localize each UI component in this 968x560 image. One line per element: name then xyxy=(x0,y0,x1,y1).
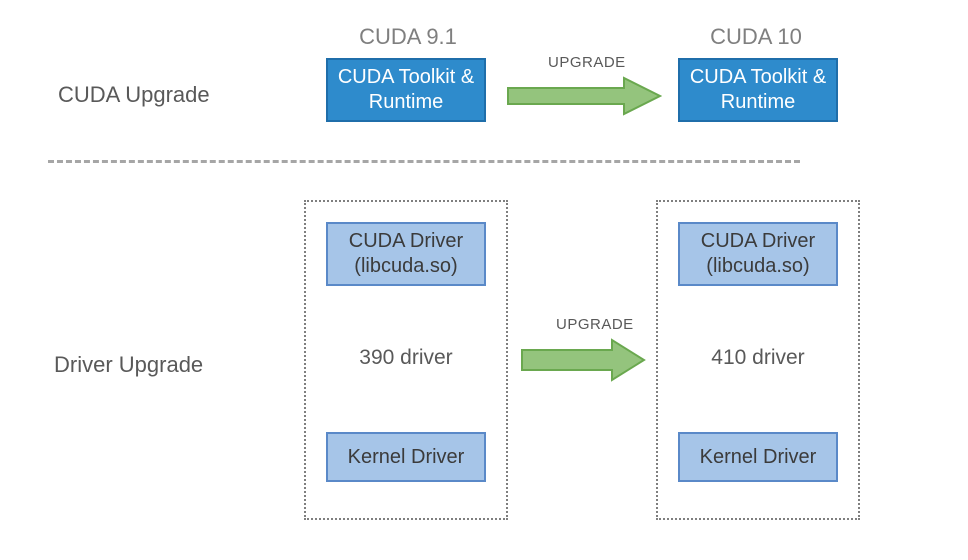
upgrade-label-top: UPGRADE xyxy=(548,54,626,71)
upgrade-label-bottom: UPGRADE xyxy=(556,316,634,333)
upgrade-arrow-top xyxy=(506,76,662,116)
column-header-right: CUDA 10 xyxy=(696,24,816,50)
kernel-driver-box-right: Kernel Driver xyxy=(678,432,838,482)
upgrade-arrow-bottom xyxy=(520,338,646,382)
cuda-driver-box-right: CUDA Driver (libcuda.so) xyxy=(678,222,838,286)
column-header-left: CUDA 9.1 xyxy=(348,24,468,50)
section-label-driver: Driver Upgrade xyxy=(54,352,203,378)
cuda-driver-box-left: CUDA Driver (libcuda.so) xyxy=(326,222,486,286)
divider-line xyxy=(48,160,800,163)
driver-version-left: 390 driver xyxy=(326,346,486,370)
driver-version-right: 410 driver xyxy=(678,346,838,370)
kernel-driver-box-left: Kernel Driver xyxy=(326,432,486,482)
section-label-cuda: CUDA Upgrade xyxy=(58,82,210,108)
toolkit-box-left: CUDA Toolkit & Runtime xyxy=(326,58,486,122)
toolkit-box-right: CUDA Toolkit & Runtime xyxy=(678,58,838,122)
